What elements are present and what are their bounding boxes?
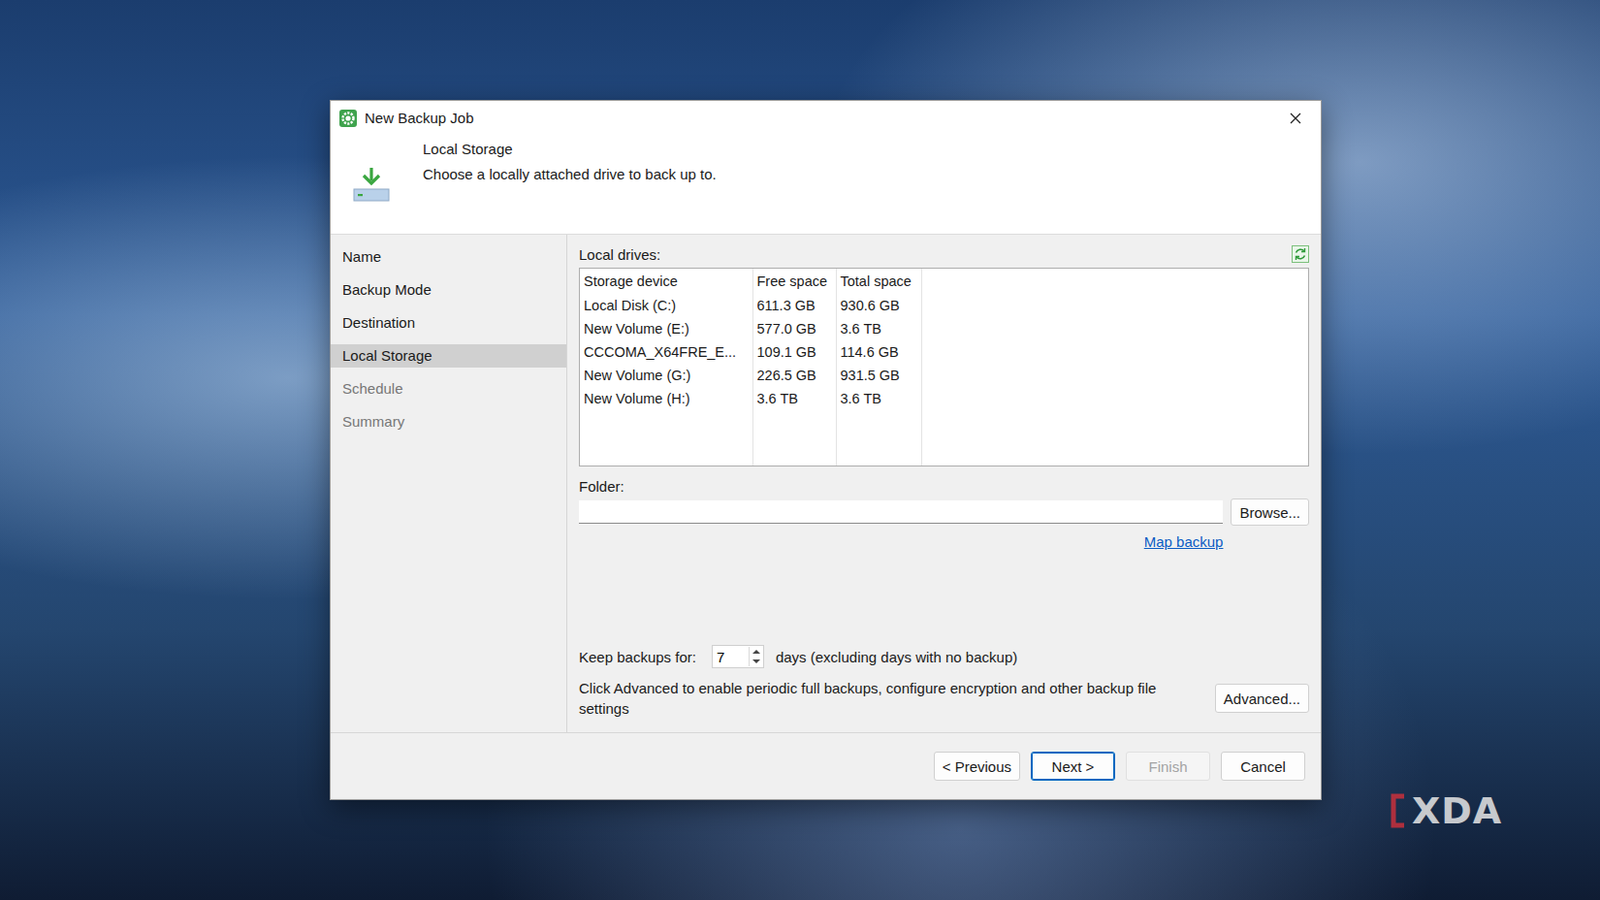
table-cell: 3.6 TB [752,386,836,411]
retention-spinner[interactable] [711,644,765,669]
page-header: Local Storage Choose a locally attached d… [330,134,1321,235]
local-drives-label: Local drives: [578,246,661,263]
desktop: New Backup Job Local Storage Choose a loca… [0,0,1600,900]
table-row[interactable]: New Volume (G:)226.5 GB931.5 GB [579,363,1309,387]
table-cell: 114.6 GB [835,340,922,364]
table-cell: 3.6 TB [835,386,922,411]
column-header[interactable]: Total space [835,268,922,294]
wizard-button[interactable]: Cancel [1220,751,1306,781]
retention-input[interactable] [712,648,749,666]
table-cell: Local Disk (C:) [579,293,753,318]
wizard-step: Schedule [330,377,567,401]
table-cell: 611.3 GB [752,293,836,318]
page-title: Local Storage [422,140,717,158]
wizard-step[interactable]: Local Storage [330,344,567,368]
drives-table: Storage deviceFree spaceTotal spaceLocal… [578,267,1310,467]
wizard-footer: < Previous Next > Finish Cancel [330,732,1321,800]
gear-icon [338,108,358,128]
table-cell: 931.5 GB [835,363,922,387]
advanced-button[interactable]: Advanced... [1215,683,1310,713]
up-arrow-icon[interactable] [749,646,764,657]
refresh-icon[interactable] [1291,245,1310,263]
watermark: XDA [1388,789,1503,832]
window-title: New Backup Job [364,109,475,127]
map-backup-link[interactable]: Map backup [1144,533,1224,550]
wizard-step[interactable]: Backup Mode [330,278,567,302]
wizard-steps: Name Backup Mode Destination Local Storage S… [330,234,568,733]
table-cell: CCCOMA_X64FRE_E... [579,340,753,364]
table-cell: New Volume (H:) [579,386,753,411]
column-header[interactable]: Free space [752,268,836,294]
close-button[interactable] [1276,103,1315,133]
retention-suffix: days (excluding days with no backup) [775,648,1018,666]
browse-button[interactable]: Browse... [1230,498,1310,526]
folder-label: Folder: [578,478,1310,495]
wizard-step[interactable]: Name [330,245,567,269]
table-cell: New Volume (G:) [579,363,753,387]
table-row[interactable]: New Volume (H:)3.6 TB3.6 TB [579,386,1309,411]
backup-job-dialog: New Backup Job Local Storage Choose a loca… [329,99,1322,800]
table-cell: 226.5 GB [752,363,836,387]
page-description: Choose a locally attached drive to back … [422,165,717,183]
column-header[interactable]: Storage device [579,268,753,294]
table-row[interactable]: CCCOMA_X64FRE_E...109.1 GB114.6 GB [579,340,1309,364]
wizard-step[interactable]: Destination [330,311,567,335]
table-cell: 109.1 GB [752,340,836,364]
table-row[interactable]: New Volume (E:)577.0 GB3.6 TB [579,317,1309,341]
table-header: Storage deviceFree spaceTotal space [579,268,1309,294]
folder-input[interactable] [578,500,1223,524]
close-icon [1288,111,1303,126]
table-row[interactable]: Local Disk (C:)611.3 GB930.6 GB [579,293,1309,318]
download-drive-icon [352,165,391,205]
xda-logo-icon [1388,793,1408,829]
advanced-hint: Click Advanced to enable periodic full b… [578,677,1202,719]
table-cell: 577.0 GB [752,317,836,341]
title-bar: New Backup Job [330,100,1321,135]
wizard-button[interactable]: Next > [1030,751,1116,781]
table-cell: 930.6 GB [835,293,922,318]
retention-label: Keep backups for: [578,648,697,666]
wizard-button[interactable]: < Previous [933,751,1021,781]
wizard-step: Summary [330,410,567,434]
table-cell: 3.6 TB [835,317,922,341]
down-arrow-icon[interactable] [749,656,764,667]
table-cell: New Volume (E:) [579,317,753,341]
local-storage-panel: Local drives: Storage deviceFree spaceTot… [567,234,1321,733]
wizard-button: Finish [1125,751,1211,781]
